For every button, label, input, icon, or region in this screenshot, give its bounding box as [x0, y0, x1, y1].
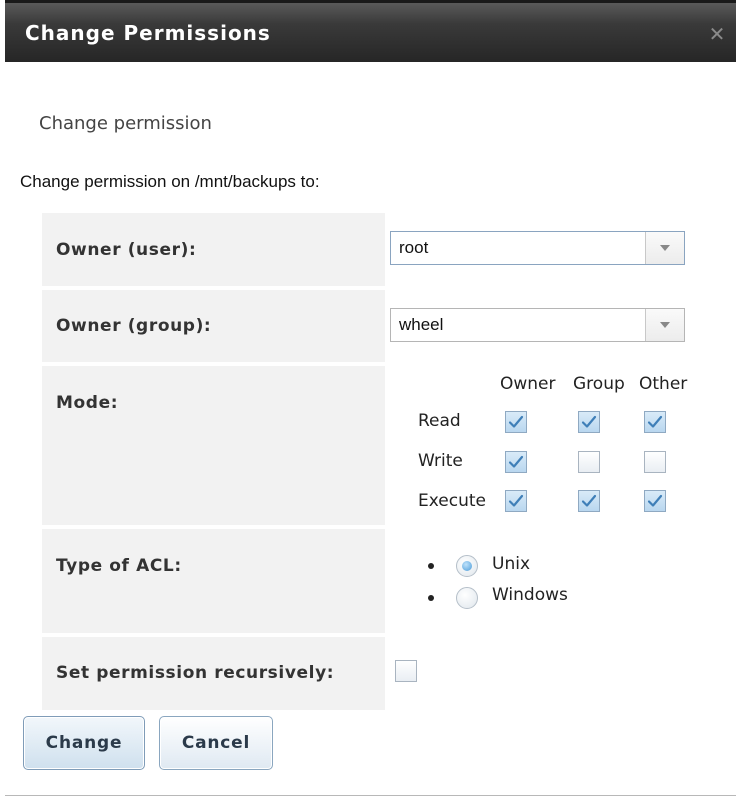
mode-execute-owner-checkbox[interactable] [505, 490, 527, 512]
owner-group-label: Owner (group): [56, 316, 212, 336]
dialog-titlebar: Change Permissions ✕ [5, 0, 736, 62]
acl-label-cell: Type of ACL: [42, 529, 385, 633]
owner-user-label-cell: Owner (user): [42, 213, 385, 286]
acl-unix-label: Unix [492, 554, 531, 574]
mode-row-write: Write [418, 451, 463, 471]
mode-read-owner-checkbox[interactable] [505, 411, 527, 433]
acl-unix-radio[interactable] [456, 555, 478, 577]
owner-group-label-cell: Owner (group): [42, 290, 385, 362]
mode-read-other-checkbox[interactable] [644, 411, 666, 433]
chevron-down-icon [660, 245, 670, 251]
owner-user-label: Owner (user): [56, 240, 197, 260]
mode-row-read: Read [418, 411, 461, 431]
mode-read-group-checkbox[interactable] [578, 411, 600, 433]
dialog-title: Change Permissions [25, 21, 271, 45]
mode-label-cell: Mode: [42, 366, 385, 525]
mode-label: Mode: [56, 393, 119, 413]
mode-write-group-checkbox[interactable] [578, 451, 600, 473]
cancel-button[interactable]: Cancel [159, 716, 273, 770]
recursive-label-cell: Set permission recursively: [42, 637, 385, 710]
recursive-label: Set permission recursively: [56, 663, 335, 683]
mode-write-other-checkbox[interactable] [644, 451, 666, 473]
mode-execute-group-checkbox[interactable] [578, 490, 600, 512]
mode-row-execute: Execute [418, 491, 486, 511]
acl-windows-label: Windows [492, 585, 568, 605]
form-legend: Change permission [39, 113, 212, 134]
owner-group-select[interactable]: wheel [390, 308, 685, 342]
mode-col-owner: Owner [500, 374, 556, 394]
change-button-label: Change [45, 733, 123, 753]
mode-write-owner-checkbox[interactable] [505, 451, 527, 473]
form-intro: Change permission on /mnt/backups to: [20, 172, 320, 191]
mode-col-group: Group [573, 374, 625, 394]
radio-selected-dot [462, 561, 472, 571]
dialog-bottom-divider [5, 795, 736, 796]
owner-user-dropdown-button[interactable] [645, 232, 684, 264]
cancel-button-label: Cancel [181, 733, 251, 753]
chevron-down-icon [660, 322, 670, 328]
list-bullet [428, 563, 434, 569]
owner-group-dropdown-button[interactable] [645, 309, 684, 341]
acl-windows-radio[interactable] [456, 587, 478, 609]
change-button[interactable]: Change [23, 716, 145, 770]
acl-label: Type of ACL: [56, 556, 182, 576]
owner-user-select[interactable]: root [390, 231, 685, 265]
owner-user-value: root [399, 238, 429, 257]
owner-group-value: wheel [399, 315, 444, 334]
mode-execute-other-checkbox[interactable] [644, 490, 666, 512]
mode-col-other: Other [639, 374, 688, 394]
list-bullet [428, 595, 434, 601]
recursive-checkbox[interactable] [395, 660, 417, 682]
close-icon[interactable]: ✕ [708, 24, 726, 44]
